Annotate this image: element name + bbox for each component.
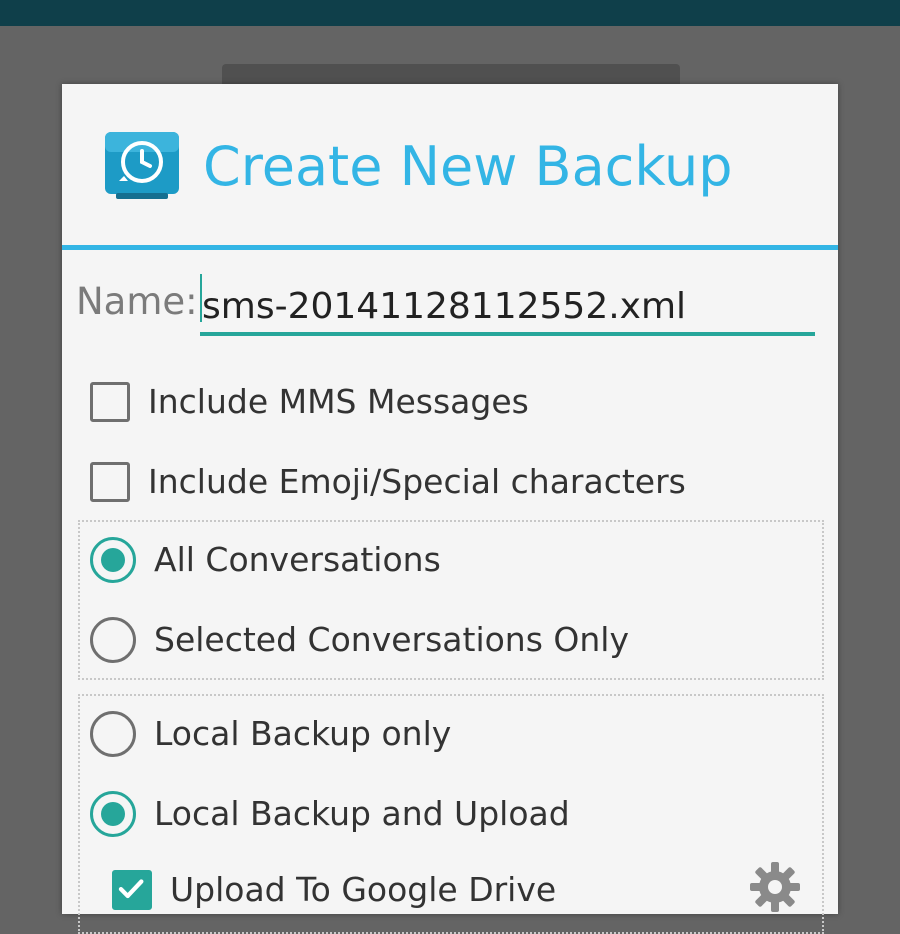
local-backup-only-option[interactable]: Local Backup only [90,708,451,760]
gear-icon[interactable] [748,860,802,914]
local-backup-only-label: Local Backup only [154,714,452,753]
name-label: Name: [76,280,198,323]
local-backup-upload-radio[interactable] [90,791,136,837]
selected-conversations-radio[interactable] [90,617,136,663]
backup-name-input[interactable] [200,272,815,336]
backup-clock-icon [105,132,179,199]
include-mms-option[interactable]: Include MMS Messages [90,376,529,428]
google-drive-label: Upload To Google Drive [170,870,557,909]
include-emoji-option[interactable]: Include Emoji/Special characters [90,456,686,508]
include-emoji-label: Include Emoji/Special characters [148,462,686,501]
selected-conversations-option[interactable]: Selected Conversations Only [90,614,629,666]
dialog-header: Create New Backup [62,84,838,246]
all-conversations-label: All Conversations [154,540,441,579]
all-conversations-radio[interactable] [90,537,136,583]
google-drive-option[interactable]: Upload To Google Drive [112,864,556,916]
create-backup-dialog: Create New Backup Name: Include MMS Mess… [62,84,838,934]
title-divider [62,245,838,250]
checkmark-icon [118,879,144,899]
include-mms-label: Include MMS Messages [148,382,529,421]
selected-conversations-label: Selected Conversations Only [154,620,629,659]
include-emoji-checkbox[interactable] [90,462,130,502]
local-backup-upload-option[interactable]: Local Backup and Upload [90,788,570,840]
local-backup-only-radio[interactable] [90,711,136,757]
text-cursor [200,274,202,322]
local-backup-upload-label: Local Backup and Upload [154,794,570,833]
google-drive-checkbox[interactable] [112,870,152,910]
dialog-title: Create New Backup [203,135,733,198]
status-bar [0,0,900,26]
include-mms-checkbox[interactable] [90,382,130,422]
all-conversations-option[interactable]: All Conversations [90,534,441,586]
